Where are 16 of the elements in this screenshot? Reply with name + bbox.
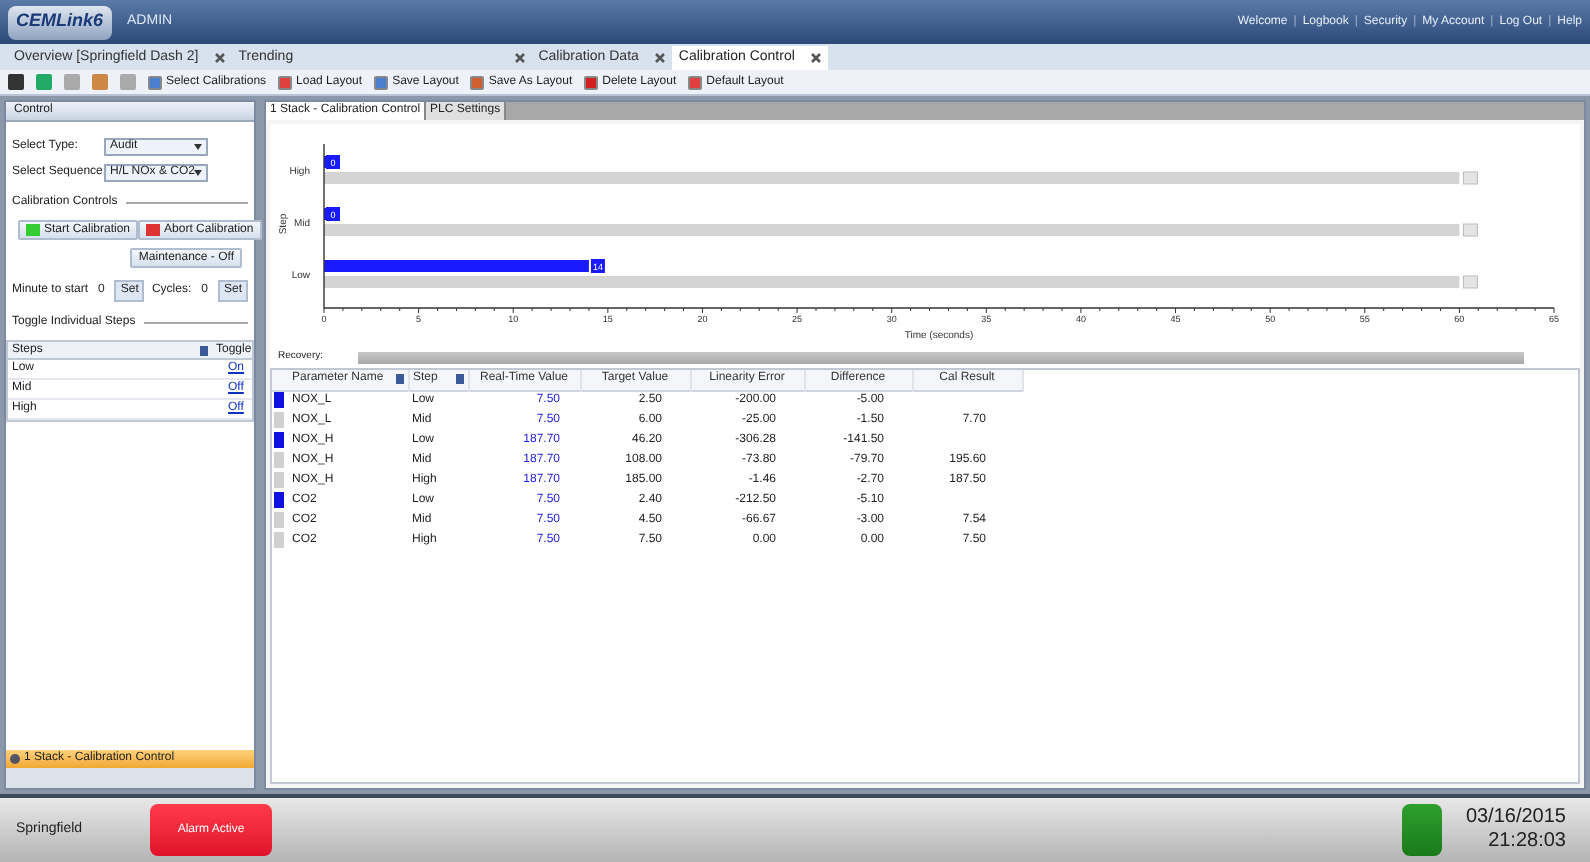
filter-icon[interactable] (200, 345, 208, 355)
caret-icon (194, 170, 203, 176)
logo: CEMLink6 (8, 5, 112, 39)
close-icon[interactable] (514, 52, 527, 64)
time-text: 21:28:03 (1488, 830, 1566, 854)
close-icon[interactable] (810, 52, 823, 64)
close-icon[interactable] (214, 52, 227, 64)
date-text: 03/16/2015 (1465, 806, 1566, 830)
filter-icon[interactable] (455, 374, 463, 385)
value-label-box (1462, 171, 1478, 185)
close-icon[interactable] (654, 52, 667, 64)
filter-icon[interactable] (395, 374, 403, 385)
value-label-box (1462, 223, 1478, 237)
status-light-icon (1401, 804, 1442, 856)
value-label-box (1462, 275, 1478, 289)
caret-icon (194, 144, 202, 150)
